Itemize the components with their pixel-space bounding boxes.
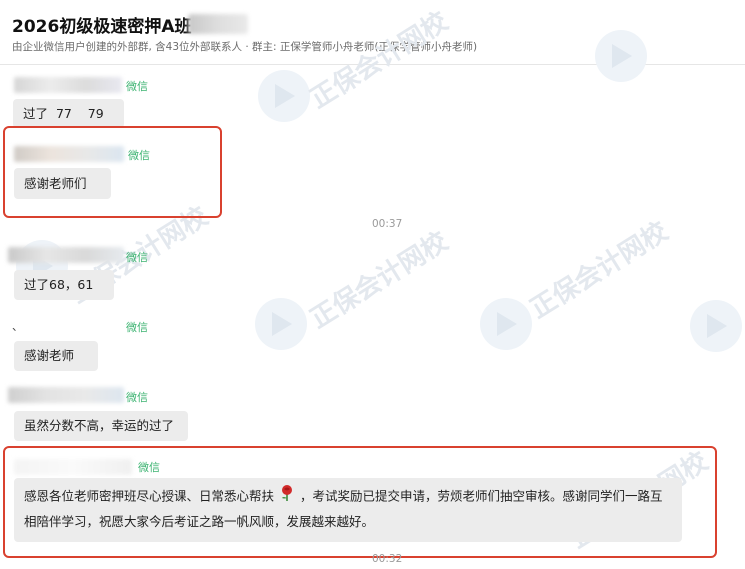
- title-redacted-blur: [188, 14, 248, 34]
- watermark-logo-icon: [258, 70, 310, 122]
- timestamp: 00:32: [372, 553, 403, 565]
- sender-name-blur: [14, 77, 122, 93]
- sender-name-blur: [8, 247, 124, 263]
- sender-name[interactable]: [14, 76, 122, 94]
- sender-name-prefix[interactable]: 、: [12, 318, 23, 334]
- sender-name[interactable]: [8, 386, 124, 404]
- sender-name-blur: [14, 146, 124, 162]
- group-subtitle: 由企业微信用户创建的外部群, 含43位外部联系人 · 群主: 正保学管师小舟老师…: [12, 41, 478, 53]
- message-bubble[interactable]: 感谢老师们: [14, 168, 111, 199]
- watermark-logo-icon: [255, 298, 307, 350]
- wechat-source-tag: 微信: [138, 461, 160, 474]
- message-text: 感恩各位老师密押班尽心授课、日常悉心帮扶 ，考试奖励已提交申请，劳烦老师们抽空审…: [24, 484, 672, 534]
- watermark-logo-icon: [480, 298, 532, 350]
- group-title[interactable]: 2026初级极速密押A班: [12, 12, 191, 37]
- wechat-source-tag: 微信: [126, 321, 148, 334]
- watermark-text: 正保会计网校: [305, 226, 454, 335]
- sender-name-blur: [14, 459, 132, 475]
- chat-header: 2026初级极速密押A班 由企业微信用户创建的外部群, 含43位外部联系人 · …: [0, 0, 745, 65]
- message-text-part1: 感恩各位老师密押班尽心授课、日常悉心帮扶: [24, 488, 275, 504]
- message-bubble[interactable]: 感恩各位老师密押班尽心授课、日常悉心帮扶 ，考试奖励已提交申请，劳烦老师们抽空审…: [14, 478, 682, 542]
- message-bubble[interactable]: 虽然分数不高，幸运的过了: [14, 411, 188, 441]
- watermark-text: 正保会计网校: [525, 216, 674, 325]
- wechat-source-tag: 微信: [126, 391, 148, 404]
- message-text: 感谢老师: [24, 348, 75, 363]
- wechat-source-tag: 微信: [126, 80, 148, 93]
- wechat-source-tag: 微信: [126, 251, 148, 264]
- message-text: 过了 77 79: [23, 105, 104, 121]
- message-text: 虽然分数不高，幸运的过了: [24, 418, 175, 433]
- rose-icon: [278, 484, 296, 510]
- sender-name[interactable]: [8, 246, 124, 264]
- message-bubble[interactable]: 感谢老师: [14, 341, 98, 371]
- message-text: 感谢老师们: [24, 175, 87, 191]
- wechat-source-tag: 微信: [128, 149, 150, 162]
- sender-name-blur: [8, 387, 124, 403]
- watermark-logo-icon: [690, 300, 742, 352]
- message-bubble[interactable]: 过了 77 79: [13, 99, 124, 128]
- sender-name[interactable]: [14, 458, 132, 476]
- message-bubble[interactable]: 过了68，61: [14, 270, 114, 300]
- sender-name[interactable]: [14, 145, 124, 163]
- message-text: 过了68，61: [24, 277, 94, 292]
- timestamp: 00:37: [372, 218, 403, 230]
